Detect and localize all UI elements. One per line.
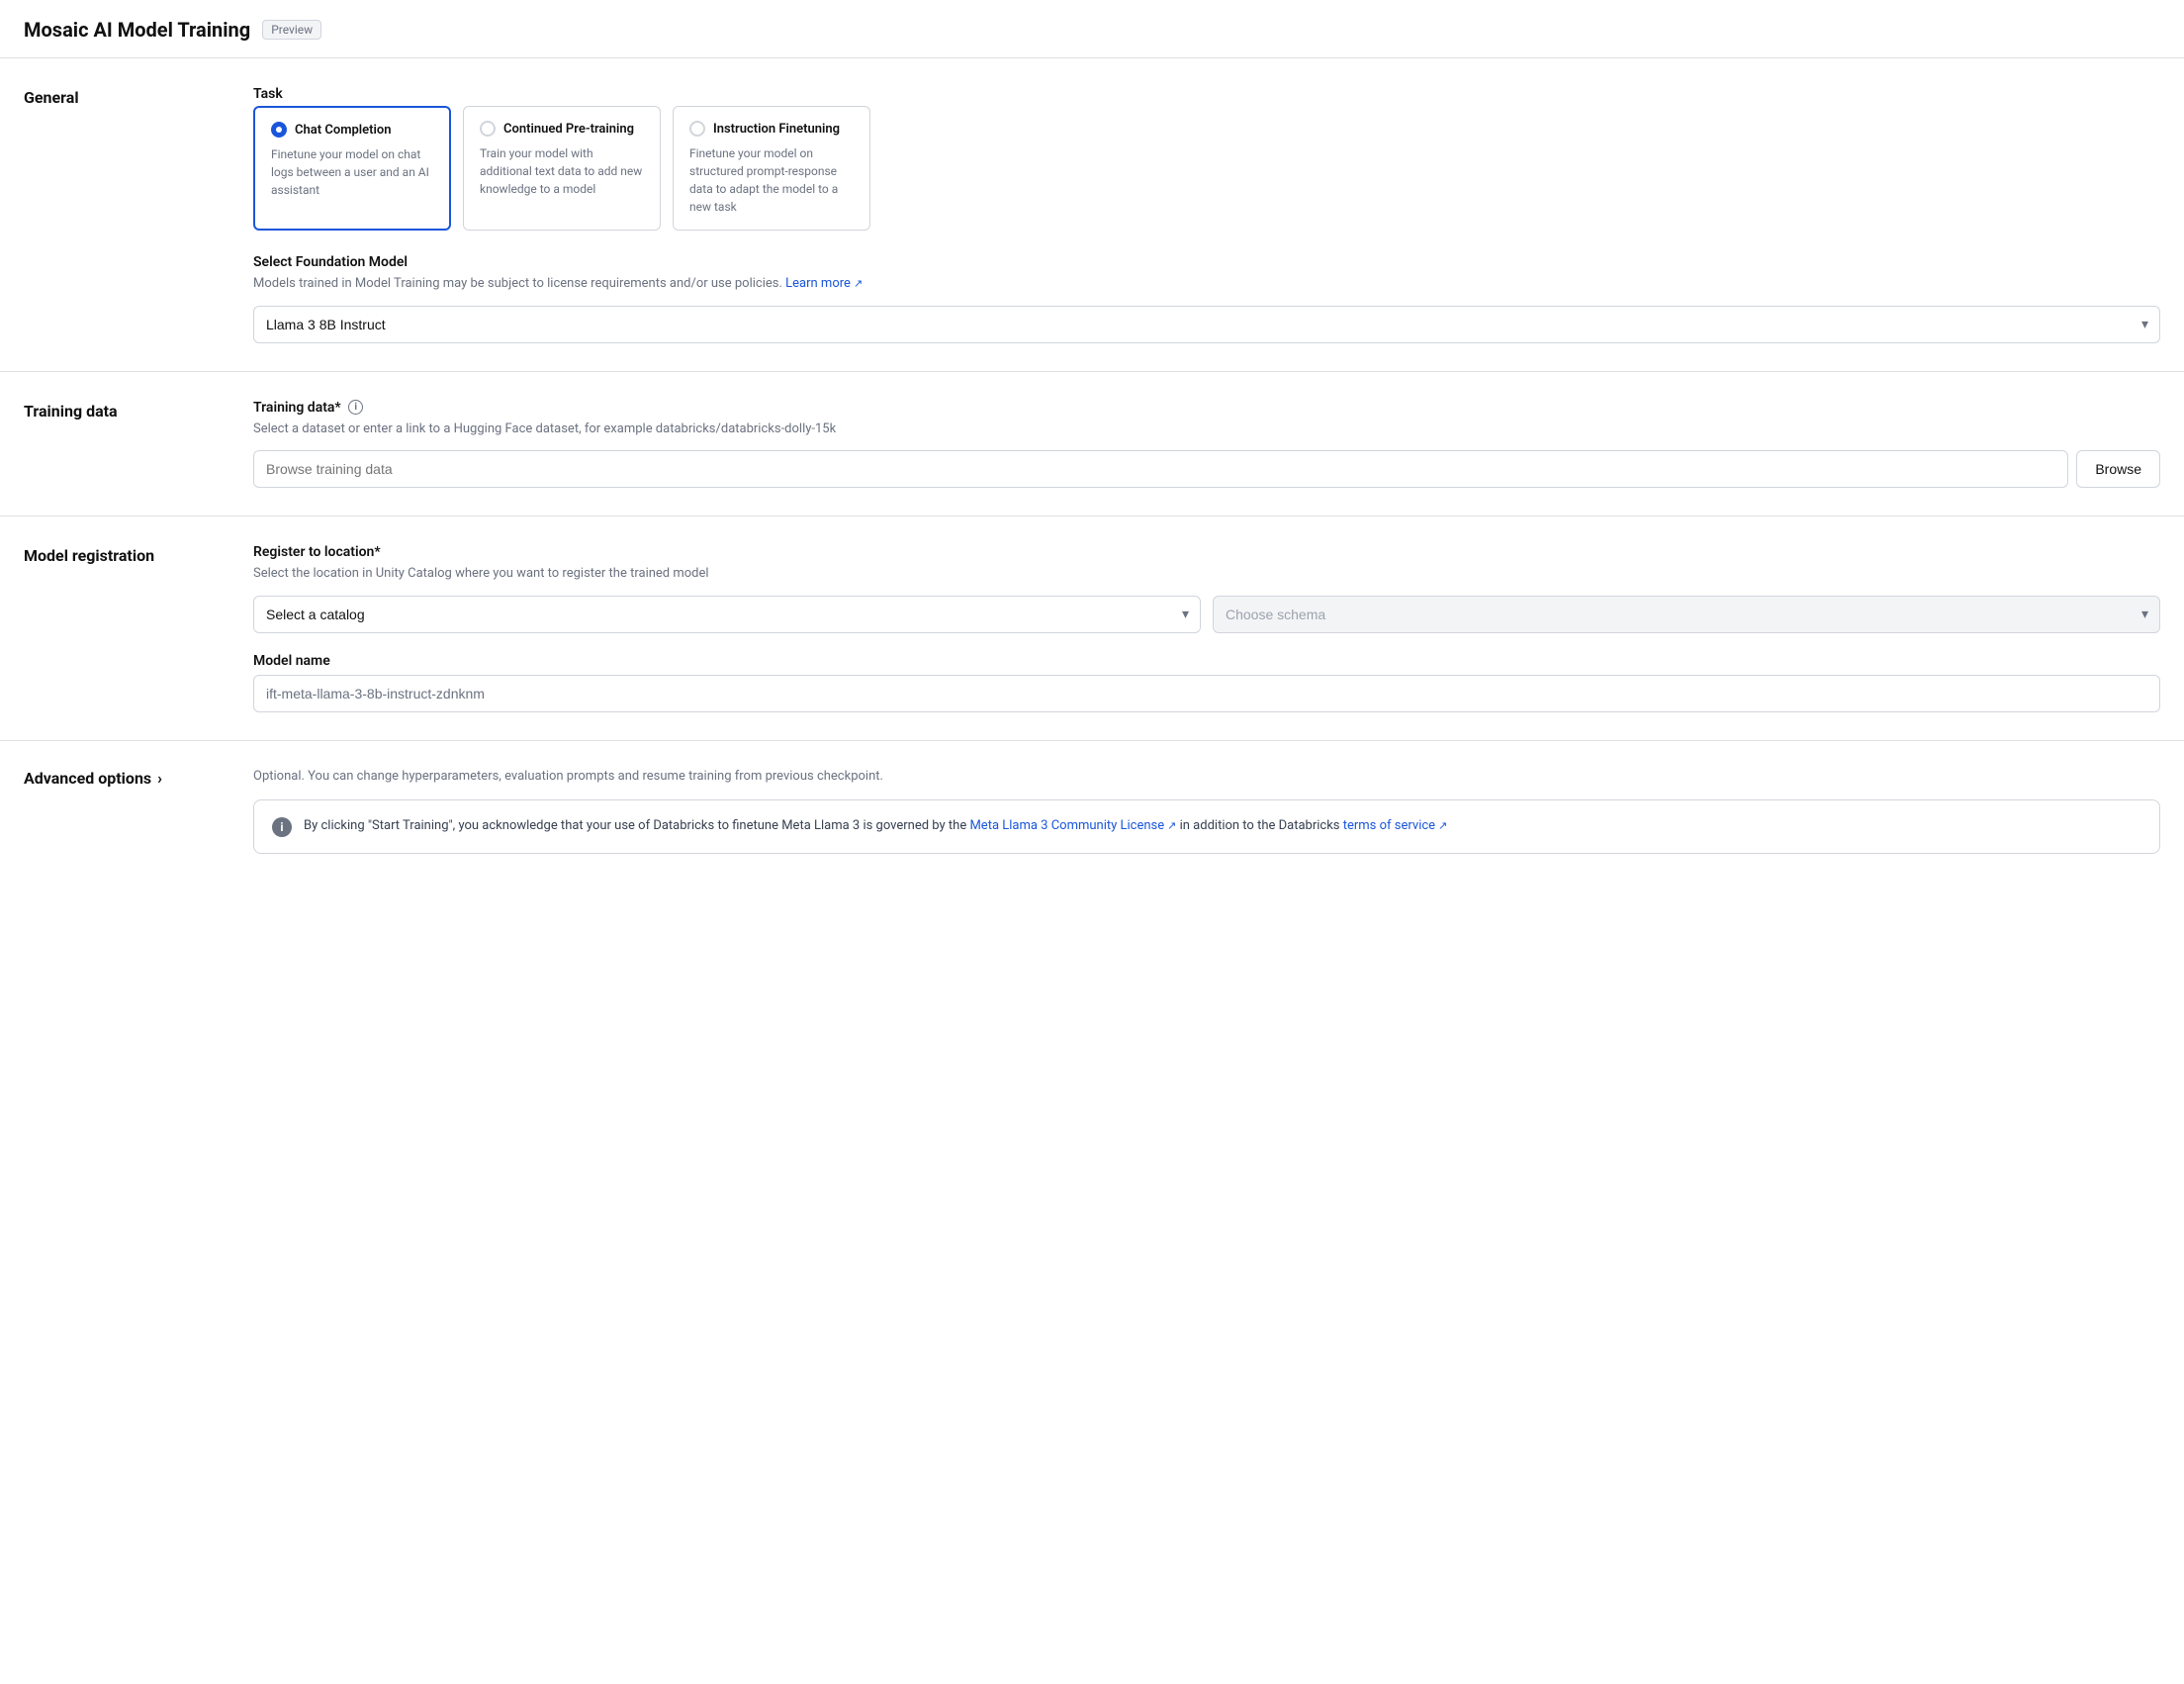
- task-card-continued-pretraining[interactable]: Continued Pre-training Train your model …: [463, 106, 661, 231]
- browse-row: Browse: [253, 450, 2160, 488]
- catalog-select[interactable]: Select a catalog: [253, 596, 1201, 633]
- training-data-input[interactable]: [253, 450, 2068, 488]
- foundation-model-desc: Models trained in Model Training may be …: [253, 274, 2160, 294]
- advanced-options-section: Advanced options › Optional. You can cha…: [0, 741, 2184, 882]
- register-location-desc: Select the location in Unity Catalog whe…: [253, 564, 2160, 584]
- radio-instruction-finetuning: [689, 121, 705, 137]
- radio-continued-pretraining: [480, 121, 496, 137]
- general-content: Task Chat Completion Finetune your model…: [253, 86, 2160, 343]
- advanced-options-chevron[interactable]: ›: [157, 769, 162, 788]
- model-name-label: Model name: [253, 653, 2160, 669]
- training-data-section-label: Training data: [24, 400, 222, 489]
- schema-select-wrapper: Choose schema: [1213, 596, 2160, 633]
- task-card-title-pretraining: Continued Pre-training: [503, 122, 634, 137]
- task-card-desc-finetuning: Finetune your model on structured prompt…: [689, 144, 854, 216]
- page-title: Mosaic AI Model Training: [24, 18, 250, 42]
- info-box-text: By clicking "Start Training", you acknow…: [304, 816, 1447, 837]
- training-data-desc: Select a dataset or enter a link to a Hu…: [253, 420, 2160, 439]
- task-card-desc-pretraining: Train your model with additional text da…: [480, 144, 644, 198]
- page-header: Mosaic AI Model Training Preview: [0, 0, 2184, 58]
- task-card-instruction-finetuning[interactable]: Instruction Finetuning Finetune your mod…: [673, 106, 870, 231]
- catalog-select-wrapper: Select a catalog: [253, 596, 1201, 633]
- task-card-desc-chat: Finetune your model on chat logs between…: [271, 145, 433, 199]
- task-card-title-chat: Chat Completion: [295, 123, 392, 138]
- foundation-model-label: Select Foundation Model: [253, 254, 2160, 270]
- task-card-chat-completion[interactable]: Chat Completion Finetune your model on c…: [253, 106, 451, 231]
- info-box-icon: i: [272, 817, 292, 837]
- general-section: General Task Chat Completion Finetune yo…: [0, 58, 2184, 372]
- foundation-model-select-wrapper: Llama 3 8B Instruct Llama 3 70B Instruct…: [253, 306, 2160, 343]
- register-location-label: Register to location*: [253, 544, 2160, 560]
- info-box: i By clicking "Start Training", you ackn…: [253, 799, 2160, 854]
- task-card-header-3: Instruction Finetuning: [689, 121, 854, 137]
- preview-badge: Preview: [262, 20, 321, 40]
- meta-llama-license-link[interactable]: Meta Llama 3 Community License: [969, 816, 1176, 837]
- advanced-options-label: Advanced options: [24, 769, 151, 788]
- model-registration-section: Model registration Register to location*…: [0, 516, 2184, 741]
- general-section-label: General: [24, 86, 222, 343]
- advanced-options-label-container: Advanced options ›: [24, 769, 222, 854]
- model-name-wrapper: [253, 675, 2160, 712]
- advanced-options-content: Optional. You can change hyperparameters…: [253, 769, 2160, 854]
- learn-more-link[interactable]: Learn more: [785, 274, 863, 294]
- model-name-input[interactable]: [253, 675, 2160, 712]
- terms-of-service-link[interactable]: terms of service: [1343, 816, 1448, 837]
- task-label: Task: [253, 86, 2160, 102]
- task-card-header-2: Continued Pre-training: [480, 121, 644, 137]
- training-data-section: Training data Training data* i Select a …: [0, 372, 2184, 517]
- training-data-info-icon[interactable]: i: [348, 400, 363, 415]
- catalog-schema-row: Select a catalog Choose schema: [253, 596, 2160, 633]
- training-data-content: Training data* i Select a dataset or ent…: [253, 400, 2160, 489]
- task-card-title-finetuning: Instruction Finetuning: [713, 122, 840, 137]
- task-card-header: Chat Completion: [271, 122, 433, 138]
- radio-chat-completion: [271, 122, 287, 138]
- training-data-label: Training data* i: [253, 400, 2160, 416]
- model-registration-content: Register to location* Select the locatio…: [253, 544, 2160, 712]
- advanced-options-optional-text: Optional. You can change hyperparameters…: [253, 769, 2160, 784]
- task-cards: Chat Completion Finetune your model on c…: [253, 106, 2160, 231]
- browse-button[interactable]: Browse: [2076, 450, 2160, 488]
- schema-select[interactable]: Choose schema: [1213, 596, 2160, 633]
- model-registration-section-label: Model registration: [24, 544, 222, 712]
- foundation-model-select[interactable]: Llama 3 8B Instruct Llama 3 70B Instruct…: [253, 306, 2160, 343]
